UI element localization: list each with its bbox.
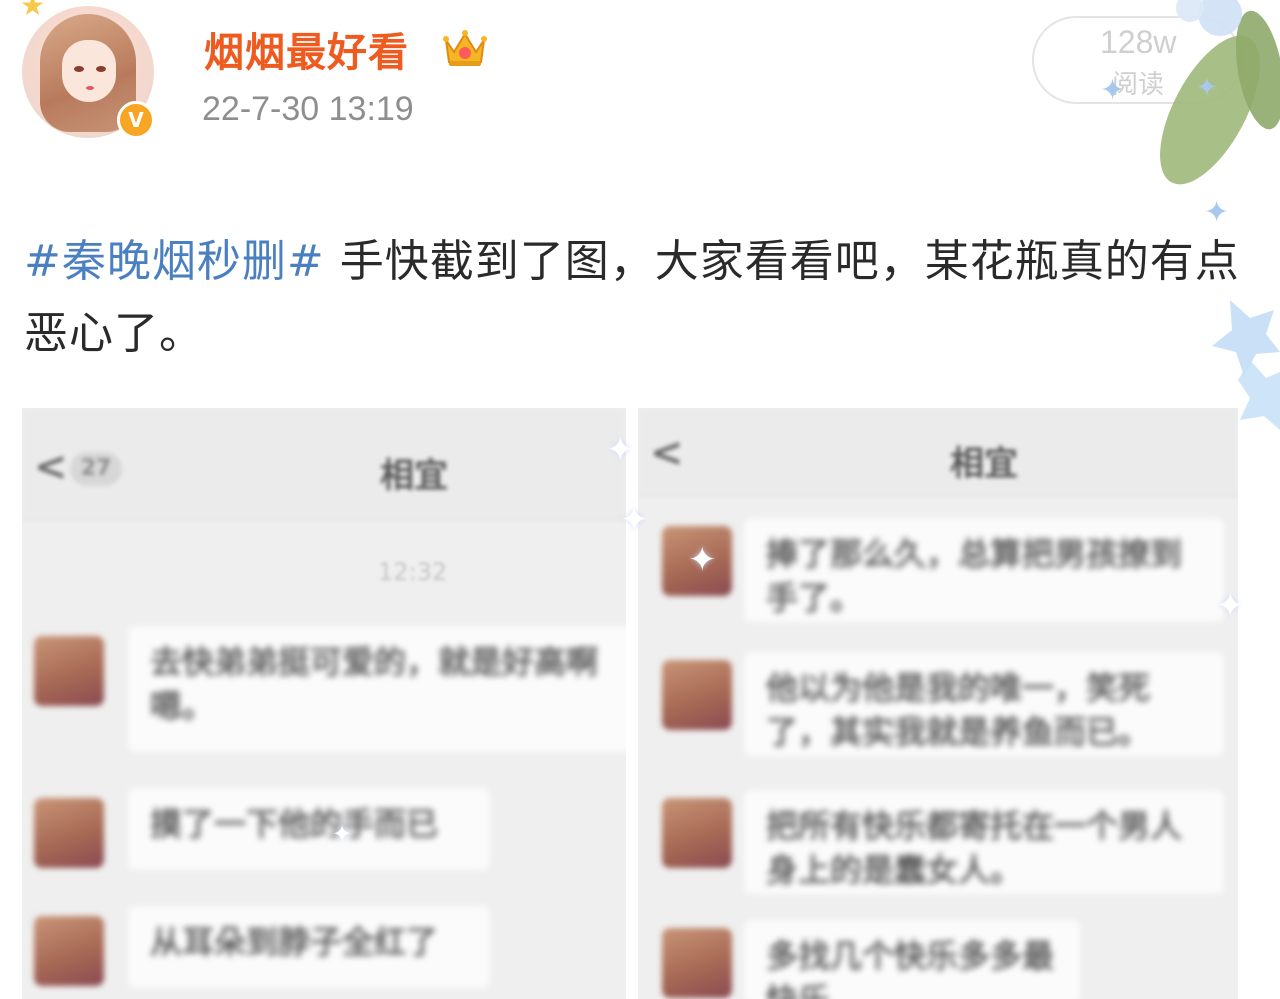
back-icon: <: [34, 444, 68, 490]
avatar-eye: [74, 66, 84, 72]
sparkle-icon: ✦: [332, 820, 353, 848]
chat-title: 相宜: [950, 444, 1018, 484]
star-icon: ★: [20, 0, 46, 22]
screenshot-image-left[interactable]: < 27 相宜 12:32 去快弟弟挺可爱的，就是好高啊嗯。 摸了一下他的手而已…: [22, 408, 626, 999]
svg-text:✦: ✦: [1100, 73, 1125, 108]
avatar-lip: [86, 86, 94, 90]
message-bubble: 去快弟弟挺可爱的，就是好高啊嗯。: [128, 626, 626, 752]
chat-time: 12:32: [378, 558, 448, 586]
sender-avatar: [34, 636, 104, 706]
sparkle-icon: ✦: [1216, 586, 1245, 626]
message-bubble: 把所有快乐都寄托在一个男人身上的是蠢女人。: [744, 790, 1224, 894]
sparkle-icon: ✦: [620, 500, 649, 540]
avatar-eye: [96, 66, 106, 72]
message-bubble: 从耳朵到脖子全红了: [128, 906, 490, 988]
sender-avatar: [662, 798, 732, 868]
sender-avatar: [662, 660, 732, 730]
chat-title: 相宜: [380, 456, 448, 496]
crown-icon: [443, 30, 487, 66]
message-bubble: 他以为他是我的唯一，笑死了，其实我就是养鱼而已。: [744, 652, 1224, 756]
chat-navbar: < 27 相宜: [22, 408, 626, 520]
svg-text:✦: ✦: [1196, 73, 1218, 103]
message-bubble: 捧了那么久，总算把男孩撩到手了。: [744, 518, 1224, 622]
post-timestamp: 22-7-30 13:19: [202, 90, 414, 128]
sparkle-icon: ✦: [688, 540, 717, 580]
back-icon: <: [650, 430, 684, 476]
sparkle-icon: ✦: [606, 430, 635, 470]
sender-avatar: [662, 928, 732, 998]
avatar-face: [62, 40, 116, 102]
message-bubble: 摸了一下他的手而已: [128, 788, 490, 870]
unread-count: 27: [70, 452, 122, 486]
screenshot-image-right[interactable]: < 相宜 捧了那么久，总算把男孩撩到手了。 他以为他是我的唯一，笑死了，其实我就…: [638, 408, 1238, 999]
svg-text:✦: ✦: [1204, 195, 1229, 230]
chat-navbar: < 相宜: [638, 408, 1238, 496]
username[interactable]: 烟烟最好看: [204, 20, 409, 78]
post-body: #秦晚烟秒删# 手快截到了图，大家看看吧，某花瓶真的有点恶心了。: [24, 226, 1244, 370]
hashtag-link[interactable]: #秦晚烟秒删#: [24, 236, 325, 287]
verified-badge: V: [117, 101, 155, 139]
message-bubble: 多找几个快乐多多最快乐: [744, 920, 1080, 999]
sender-avatar: [34, 916, 104, 986]
sender-avatar: [34, 798, 104, 868]
